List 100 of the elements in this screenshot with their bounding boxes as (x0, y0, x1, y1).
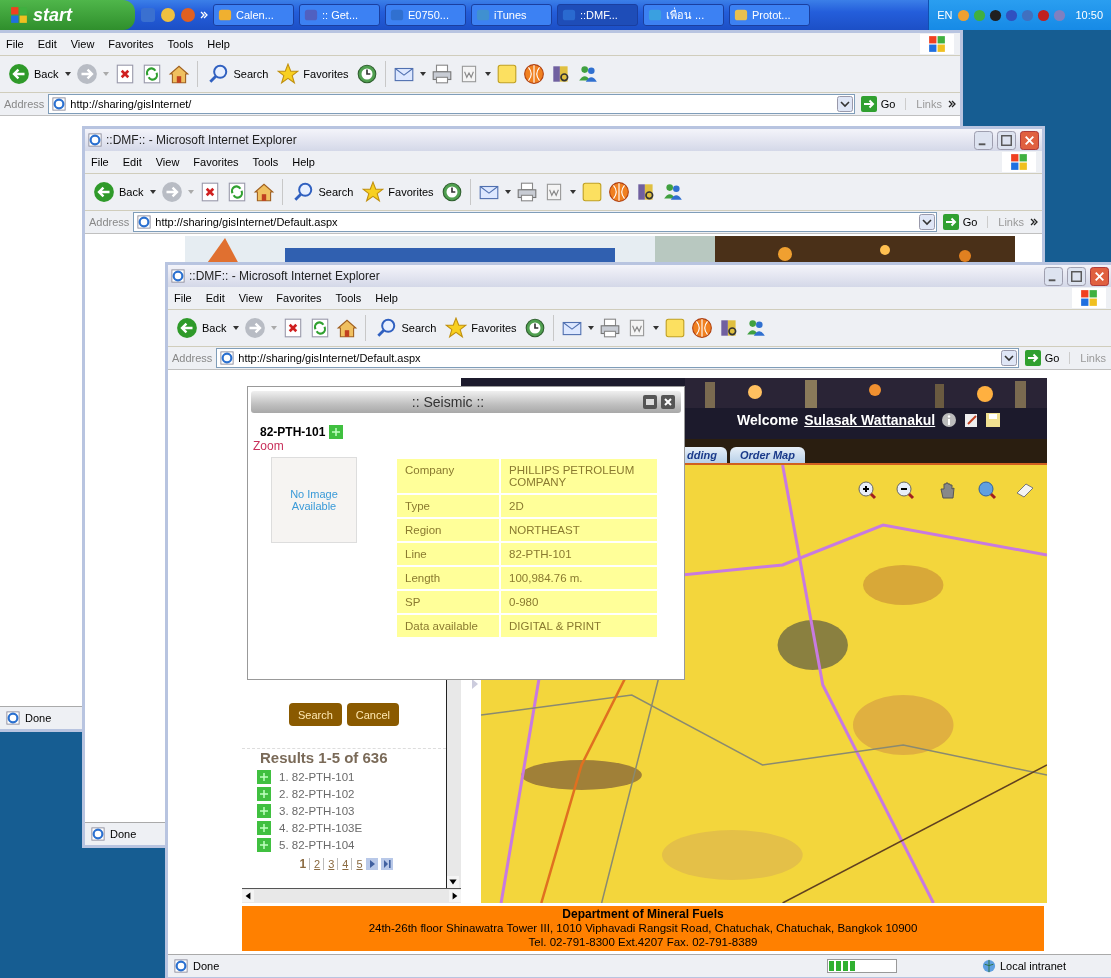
minimize-button[interactable] (1044, 266, 1063, 286)
taskbar-button[interactable]: ::DMF... (557, 4, 638, 26)
address-field[interactable]: http://sharing/gisInternet/ (48, 94, 855, 114)
restore-icon[interactable] (643, 395, 657, 409)
home-icon[interactable] (253, 181, 276, 203)
result-link[interactable]: 4. 82-PTH-103E (279, 821, 363, 834)
search-button[interactable]: Search (290, 179, 356, 205)
result-link[interactable]: 2. 82-PTH-102 (279, 787, 355, 800)
right-arrow-icon[interactable] (449, 890, 461, 902)
caret-icon[interactable] (569, 190, 576, 194)
go-button[interactable]: Go (858, 96, 902, 112)
page-link[interactable]: 3 (323, 858, 335, 870)
menu-item[interactable]: Edit (205, 292, 225, 304)
page-link[interactable]: 5 (351, 858, 363, 870)
menu-item[interactable]: Edit (122, 156, 142, 168)
printer-icon[interactable] (598, 317, 621, 339)
back-button[interactable]: Back (174, 315, 229, 341)
menu-item[interactable]: Help (207, 38, 230, 50)
save-icon[interactable] (985, 412, 1002, 428)
taskbar-button[interactable]: Protot... (729, 4, 810, 26)
last-page-icon[interactable] (380, 858, 393, 870)
globe-icon[interactable] (977, 480, 997, 500)
taskbar-button[interactable]: E0750... (385, 4, 466, 26)
next-icon[interactable] (365, 858, 378, 870)
taskbar-button[interactable]: เพื่อน ... (643, 4, 724, 26)
menu-item[interactable]: File (91, 156, 109, 168)
caret-icon[interactable] (65, 72, 72, 76)
menu-item[interactable]: Edit (37, 38, 57, 50)
maximize-button[interactable] (1067, 266, 1086, 286)
close-button[interactable] (1020, 130, 1039, 150)
tray-icon[interactable] (989, 8, 1003, 22)
menu-item[interactable]: Favorites (193, 156, 239, 168)
close-button[interactable] (1090, 266, 1109, 286)
app-icon[interactable] (160, 7, 176, 23)
page-link[interactable]: 4 (337, 858, 349, 870)
result-link[interactable]: 3. 82-PTH-103 (279, 804, 355, 817)
expand-arrow-icon[interactable] (471, 678, 479, 690)
menu-item[interactable]: File (6, 38, 24, 50)
home-icon[interactable] (168, 63, 191, 85)
back-button[interactable]: Back (91, 179, 146, 205)
tab[interactable]: dding (685, 447, 727, 463)
caret-icon[interactable] (652, 326, 659, 330)
menu-item[interactable]: View (70, 38, 95, 50)
people-icon[interactable] (744, 317, 767, 339)
menu-item[interactable]: File (174, 292, 192, 304)
close-icon[interactable] (661, 395, 675, 409)
form-button[interactable]: Search (288, 703, 342, 726)
history-icon[interactable] (440, 181, 463, 203)
back-button[interactable]: Back (6, 61, 61, 87)
result-link[interactable]: 1. 82-PTH-101 (279, 770, 355, 783)
search-button[interactable]: Search (205, 61, 271, 87)
favorites-button[interactable]: Favorites (443, 315, 519, 341)
down-arrow-icon[interactable] (447, 876, 459, 888)
hand-icon[interactable] (938, 480, 958, 500)
caret-icon[interactable] (150, 190, 157, 194)
history-icon[interactable] (523, 317, 546, 339)
dropdown-icon[interactable] (918, 214, 935, 230)
page-link[interactable]: 1 (295, 857, 307, 871)
people-icon[interactable] (576, 63, 599, 85)
go-button[interactable]: Go (1022, 350, 1066, 366)
taskbar-button[interactable]: Calen... (213, 4, 294, 26)
menu-item[interactable]: Tools (252, 156, 279, 168)
menu-item[interactable]: Favorites (276, 292, 322, 304)
result-link[interactable]: 5. 82-PTH-104 (279, 838, 355, 851)
caret-icon[interactable] (419, 72, 426, 76)
favorites-button[interactable]: Favorites (360, 179, 436, 205)
orb-icon[interactable] (690, 317, 713, 339)
zoom-out-icon[interactable] (895, 480, 915, 500)
menu-item[interactable]: Help (375, 292, 398, 304)
edit-icon[interactable] (963, 412, 980, 428)
go-button[interactable]: Go (940, 214, 984, 230)
taskbar-button[interactable]: :: Get... (299, 4, 380, 26)
people-icon[interactable] (661, 181, 684, 203)
search-button[interactable]: Search (373, 315, 439, 341)
menu-item[interactable]: Help (292, 156, 315, 168)
menu-item[interactable]: View (155, 156, 180, 168)
favorites-button[interactable]: Favorites (275, 61, 351, 87)
taskbar-button[interactable]: iTunes (471, 4, 552, 26)
maximize-button[interactable] (997, 130, 1016, 150)
page-link[interactable]: 2 (309, 858, 321, 870)
scrollbar[interactable] (242, 888, 461, 903)
zoom-link[interactable]: Zoom (253, 439, 681, 453)
caret-icon[interactable] (484, 72, 491, 76)
orb-icon[interactable] (607, 181, 630, 203)
user-link[interactable]: Sulasak Wattanakul (804, 412, 936, 428)
tab[interactable]: Order Map (729, 447, 805, 463)
chevron-icon[interactable] (1030, 218, 1038, 226)
caret-icon[interactable] (504, 190, 511, 194)
home-icon[interactable] (336, 317, 359, 339)
menu-item[interactable]: Tools (335, 292, 362, 304)
caret-icon[interactable] (233, 326, 240, 330)
menu-item[interactable]: Tools (167, 38, 194, 50)
printer-icon[interactable] (430, 63, 453, 85)
orb-icon[interactable] (522, 63, 545, 85)
address-field[interactable]: http://sharing/gisInternet/Default.aspx (216, 348, 1019, 368)
caret-icon[interactable] (587, 326, 594, 330)
form-button[interactable]: Cancel (346, 703, 400, 726)
left-arrow-icon[interactable] (242, 890, 254, 902)
menu-item[interactable]: Favorites (108, 38, 154, 50)
minimize-button[interactable] (974, 130, 993, 150)
